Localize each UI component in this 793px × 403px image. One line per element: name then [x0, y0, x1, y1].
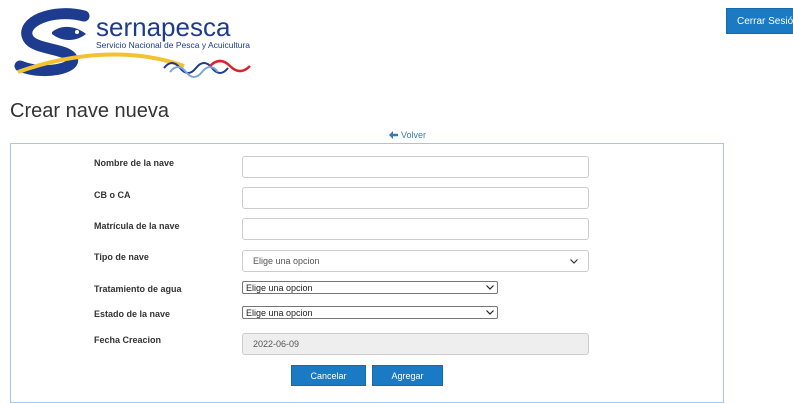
- sernapesca-logo: sernapesca Servicio Nacional de Pesca y …: [14, 8, 259, 80]
- field-label-tipo: Tipo de nave: [94, 252, 149, 262]
- chevron-down-icon: [486, 285, 494, 290]
- arrow-left-icon: [389, 131, 398, 139]
- nombre-input[interactable]: [242, 156, 589, 178]
- field-label-fecha: Fecha Creacion: [94, 335, 162, 345]
- field-label-matricula: Matrícula de la nave: [94, 221, 180, 231]
- back-link[interactable]: Volver: [389, 130, 426, 140]
- back-link-label: Volver: [401, 130, 427, 140]
- estado-nave-selected: Elige una opcion: [246, 307, 313, 318]
- cancel-button[interactable]: Cancelar: [291, 365, 366, 386]
- tratamiento-agua-selected: Elige una opcion: [246, 282, 313, 293]
- fecha-creacion-input: [242, 333, 589, 355]
- page-title: Crear nave nueva: [10, 100, 169, 122]
- brand-name: sernapesca: [96, 12, 231, 42]
- form-panel: [10, 143, 724, 403]
- logout-button[interactable]: Cerrar Sesión: [726, 8, 793, 34]
- logo-emblem-icon: sernapesca Servicio Nacional de Pesca y …: [14, 8, 251, 78]
- field-label-tratamiento: Tratamiento de agua: [94, 284, 182, 294]
- field-label-nombre: Nombre de la nave: [94, 158, 175, 168]
- chevron-down-icon: [570, 258, 578, 264]
- field-label-cb-ca: CB o CA: [94, 190, 131, 200]
- estado-nave-select[interactable]: Elige una opcion: [242, 306, 498, 319]
- field-label-estado: Estado de la nave: [94, 309, 171, 319]
- tipo-nave-select[interactable]: Elige una opcion: [242, 250, 589, 272]
- brand-tagline: Servicio Nacional de Pesca y Acuicultura: [96, 40, 250, 50]
- tipo-nave-selected: Elige una opcion: [253, 256, 320, 266]
- tratamiento-agua-select[interactable]: Elige una opcion: [242, 281, 498, 294]
- cb-ca-input[interactable]: [242, 187, 589, 209]
- submit-button[interactable]: Agregar: [372, 365, 443, 386]
- chevron-down-icon: [486, 310, 494, 315]
- matricula-input[interactable]: [242, 218, 589, 240]
